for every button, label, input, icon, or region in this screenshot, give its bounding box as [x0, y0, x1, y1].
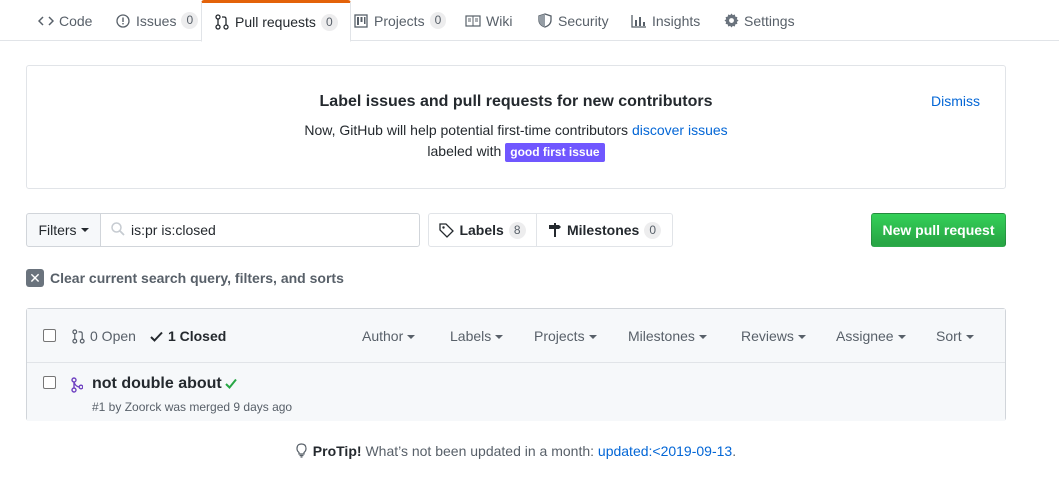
tab-insights[interactable]: Insights	[619, 0, 712, 41]
tab-pull-requests[interactable]: Pull requests 0	[201, 0, 351, 42]
item-checkbox[interactable]	[43, 376, 56, 389]
discover-issues-link[interactable]: discover issues	[632, 122, 728, 138]
caret-down-icon	[80, 228, 89, 232]
issue-opened-icon	[115, 13, 131, 29]
author-select[interactable]: Author	[362, 328, 416, 344]
protip-query-link[interactable]: updated:<2019-09-13	[598, 443, 732, 459]
tab-settings-label: Settings	[744, 12, 795, 29]
list-header: 0 Open 1 Closed Author Labels Projects M…	[27, 309, 1005, 363]
banner-label-line: labeled with good first issue	[27, 143, 1005, 162]
check-icon[interactable]	[225, 376, 237, 393]
select-all-checkbox[interactable]	[43, 329, 56, 342]
open-filter[interactable]: 0 Open	[72, 328, 136, 344]
tab-issues-label: Issues	[136, 12, 177, 29]
closed-count-label: 1 Closed	[167, 328, 227, 344]
code-icon	[38, 13, 54, 29]
banner-title: Label issues and pull requests for new c…	[319, 93, 713, 110]
tab-security[interactable]: Security	[525, 0, 621, 41]
x-icon: ✕	[26, 269, 44, 287]
reviews-select[interactable]: Reviews	[741, 328, 806, 344]
labels-select-label: Labels	[450, 328, 492, 344]
tab-wiki[interactable]: Wiki	[453, 0, 524, 41]
labels-button[interactable]: Labels 8	[428, 213, 537, 247]
repo-nav: Code Issues 0 Pull requests 0 Projects 0…	[0, 0, 1059, 42]
clear-filters-link[interactable]: ✕ Clear current search query, filters, a…	[26, 269, 344, 287]
search-field[interactable]	[100, 213, 420, 247]
pull-request-title-link[interactable]: not double about	[92, 375, 222, 393]
light-bulb-icon	[296, 443, 307, 461]
clear-filters-label: Clear current search query, filters, and…	[50, 270, 344, 286]
milestones-button[interactable]: Milestones 0	[536, 213, 673, 247]
filters-dropdown[interactable]: Filters	[26, 213, 101, 247]
banner-labeled-with: labeled with	[427, 143, 502, 159]
sort-select-label: Sort	[936, 328, 962, 344]
state-toggles: 0 Open 1 Closed	[72, 328, 226, 344]
protip-text: What’s not been updated in a month:	[365, 443, 595, 459]
caret-down-icon	[965, 335, 974, 340]
banner-description-text: Now, GitHub will help potential first-ti…	[304, 122, 629, 138]
sort-select[interactable]: Sort	[936, 328, 974, 344]
pull-request-list: 0 Open 1 Closed Author Labels Projects M…	[26, 308, 1006, 421]
list-item: not double about #1 by Zoorck was merged…	[27, 363, 1005, 421]
assignee-select-label: Assignee	[836, 328, 894, 344]
git-merge-icon	[71, 377, 84, 396]
tab-projects-label: Projects	[374, 12, 425, 29]
issues-count: 0	[181, 12, 199, 29]
protip-title: ProTip!	[312, 443, 362, 459]
projects-select-label: Projects	[534, 328, 585, 344]
new-pull-request-button[interactable]: New pull request	[871, 213, 1006, 247]
project-icon	[353, 13, 369, 29]
caret-down-icon	[407, 335, 416, 340]
tab-pull-requests-label: Pull requests	[235, 14, 316, 30]
labels-button-label: Labels	[459, 222, 504, 238]
reviews-select-label: Reviews	[741, 328, 794, 344]
projects-select[interactable]: Projects	[534, 328, 597, 344]
labels-count: 8	[508, 221, 526, 239]
caret-down-icon	[588, 335, 597, 340]
caret-down-icon	[495, 335, 504, 340]
author-select-label: Author	[362, 328, 404, 344]
open-count-label: 0 Open	[90, 328, 136, 344]
dismiss-button[interactable]: Dismiss	[931, 93, 980, 109]
book-icon	[465, 13, 481, 29]
tab-security-label: Security	[558, 12, 609, 29]
good-first-issue-label[interactable]: good first issue	[505, 143, 605, 162]
check-icon	[150, 331, 163, 342]
milestone-icon	[548, 222, 562, 238]
assignee-select[interactable]: Assignee	[836, 328, 906, 344]
tab-code-label: Code	[59, 12, 93, 29]
labels-select[interactable]: Labels	[450, 328, 504, 344]
tab-code[interactable]: Code	[26, 0, 104, 41]
git-pull-request-icon	[214, 14, 230, 30]
shield-icon	[537, 13, 553, 29]
banner-description: Now, GitHub will help potential first-ti…	[27, 122, 1005, 138]
caret-down-icon	[698, 335, 707, 340]
gear-icon	[723, 13, 739, 29]
caret-down-icon	[797, 335, 806, 340]
milestones-button-label: Milestones	[566, 222, 640, 238]
milestones-count: 0	[644, 221, 662, 239]
pull-request-meta: #1 by Zoorck was merged 9 days ago	[92, 400, 293, 414]
closed-filter[interactable]: 1 Closed	[150, 328, 226, 344]
tab-issues[interactable]: Issues 0	[103, 0, 210, 41]
caret-down-icon	[897, 335, 906, 340]
tag-icon	[439, 222, 455, 238]
pulls-count: 0	[320, 13, 338, 31]
filters-label: Filters	[38, 222, 77, 238]
milestones-select-label: Milestones	[628, 328, 695, 344]
git-pull-request-icon	[72, 328, 85, 344]
search-icon	[111, 221, 125, 239]
projects-count: 0	[429, 12, 447, 29]
search-input[interactable]	[131, 222, 411, 238]
tab-projects[interactable]: Projects 0	[341, 0, 458, 41]
tab-settings[interactable]: Settings	[711, 0, 807, 41]
protip-suffix: .	[732, 443, 737, 459]
graph-icon	[631, 13, 647, 29]
tab-insights-label: Insights	[652, 12, 701, 29]
tab-wiki-label: Wiki	[486, 12, 513, 29]
protip: ProTip! What’s not been updated in a mon…	[0, 443, 1032, 461]
new-contributors-banner: Label issues and pull requests for new c…	[26, 65, 1006, 189]
milestones-select[interactable]: Milestones	[628, 328, 707, 344]
